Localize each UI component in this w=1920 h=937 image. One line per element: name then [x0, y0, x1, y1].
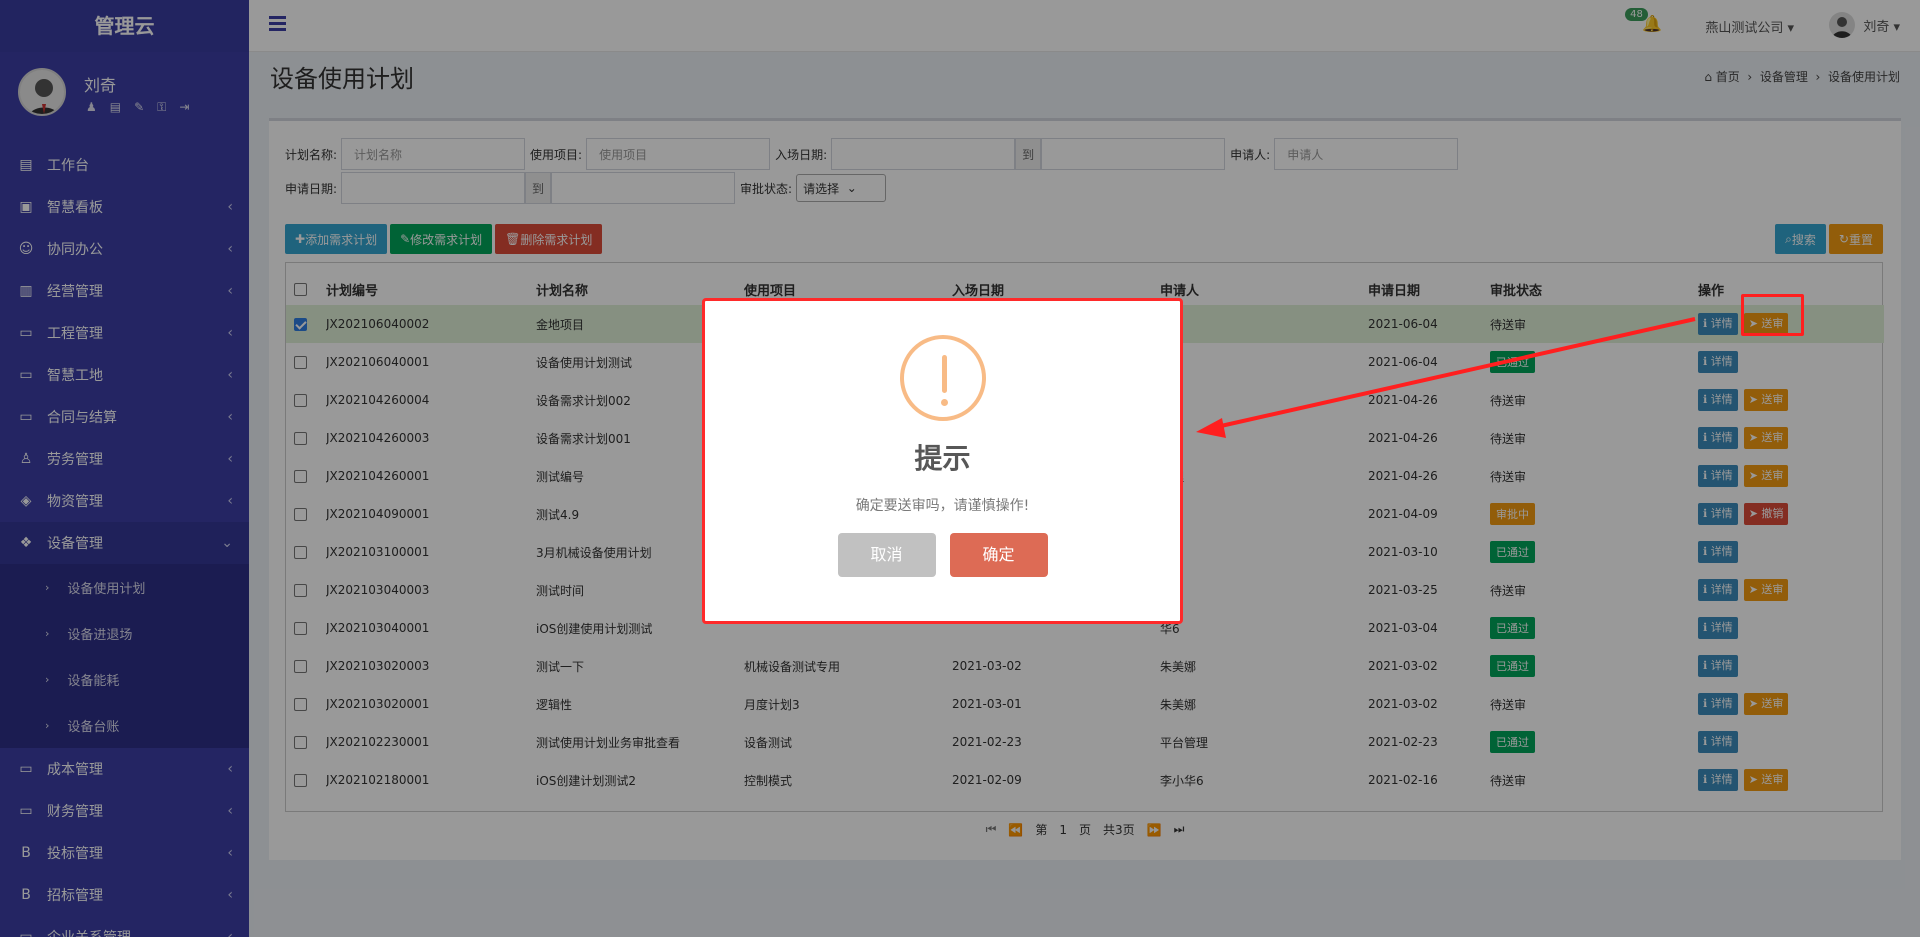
dialog-message: 确定要送审吗，请谨慎操作! [855, 498, 1030, 514]
annotation-highlight-box [1741, 294, 1804, 336]
dialog-title: 提示 [914, 442, 971, 475]
cancel-button[interactable]: 取消 [837, 533, 936, 577]
confirm-dialog: 提示 确定要送审吗，请谨慎操作! 取消 确定 [702, 298, 1183, 624]
confirm-button[interactable]: 确定 [949, 533, 1048, 577]
warning-icon [899, 335, 986, 421]
dialog-buttons: 取消 确定 [705, 533, 1180, 577]
